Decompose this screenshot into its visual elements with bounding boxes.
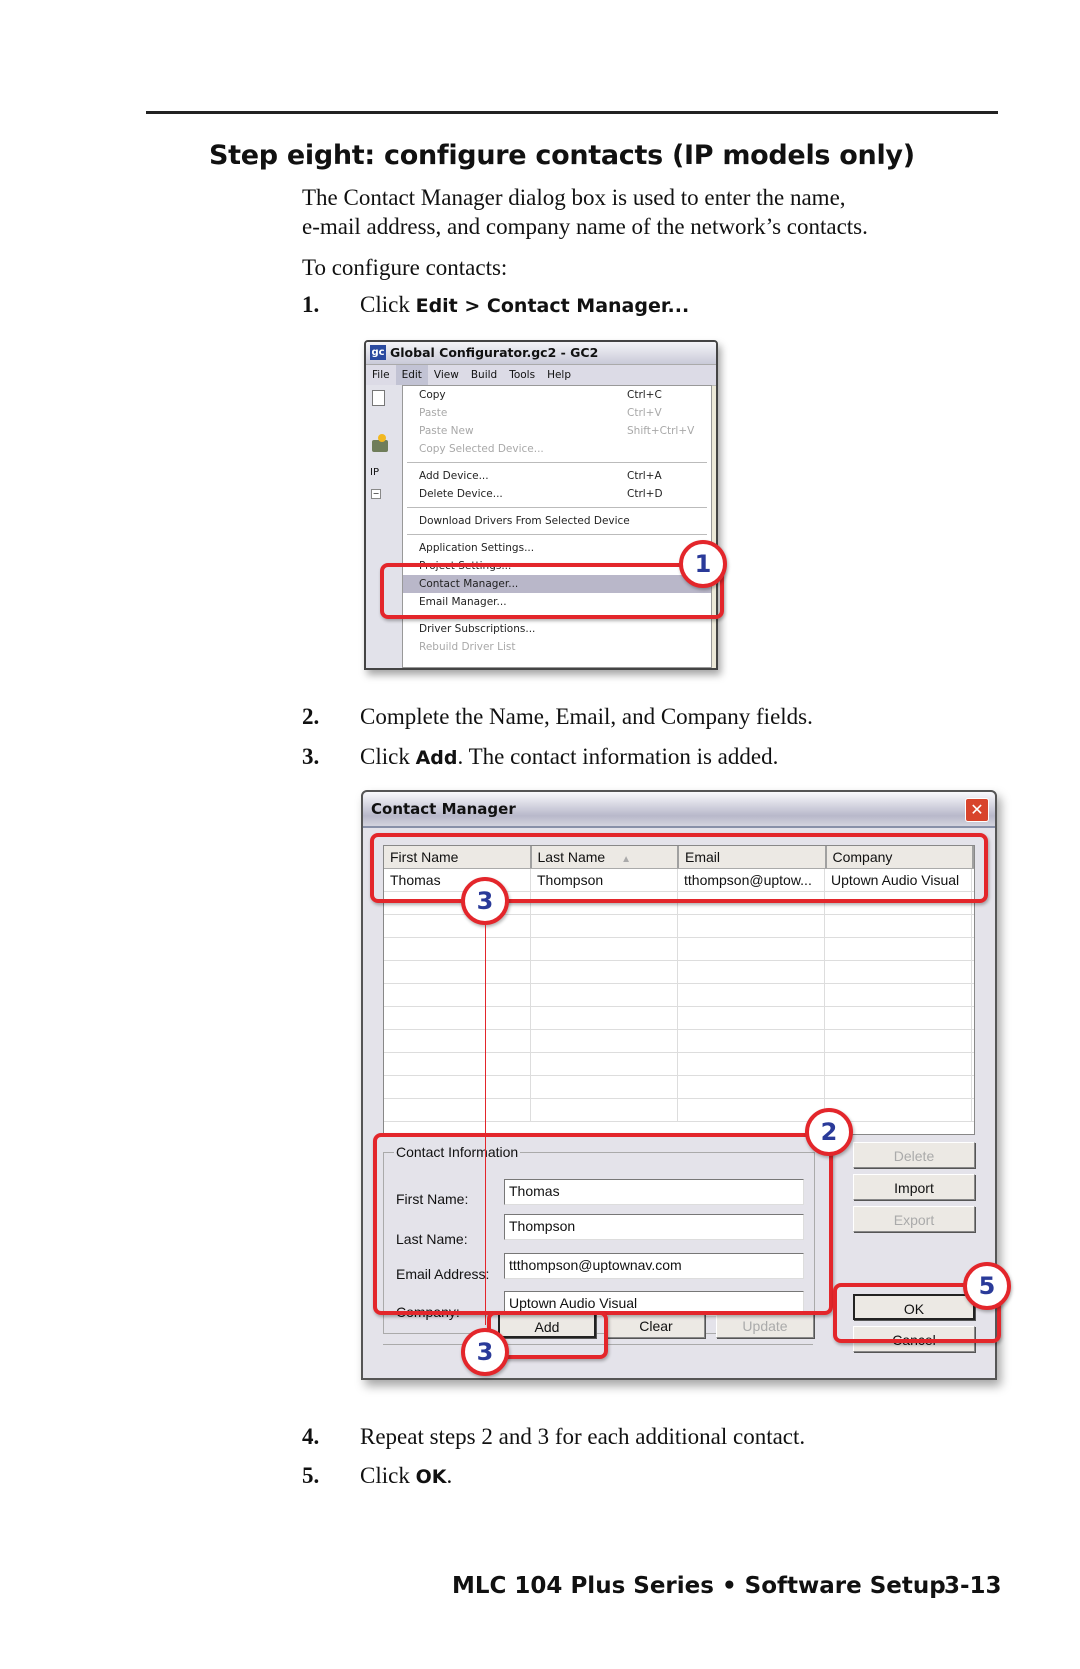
step-command: Add [415, 747, 458, 769]
step-4-number: 4. [302, 1424, 320, 1449]
menu-separator [407, 507, 707, 508]
delete-button: Delete [853, 1142, 975, 1168]
top-rule [146, 111, 998, 114]
callout-badge-2: 2 [805, 1108, 853, 1156]
update-button: Update [716, 1312, 814, 1338]
step-3-number: 3. [302, 744, 320, 769]
step-text: . [446, 1463, 453, 1488]
menu-screenshot: gc Global Configurator.gc2 - GC2 File Edi… [364, 340, 718, 670]
dialog-title: Contact Manager [371, 800, 516, 818]
step-2-number: 2. [302, 704, 320, 729]
callout-badge-1: 1 [679, 540, 727, 588]
menu-item-copy[interactable]: Copy Ctrl+C [403, 386, 711, 404]
section-heading: Step eight: configure contacts (IP model… [209, 140, 915, 171]
ip-tab[interactable]: IP [370, 467, 379, 478]
step-text: Click [360, 292, 416, 317]
page-number: 3-13 [944, 1573, 1002, 1599]
empty-row [384, 1053, 974, 1076]
step-3-text: Click Add. The contact information is ad… [360, 744, 778, 770]
window-title: Global Configurator.gc2 - GC2 [390, 345, 599, 360]
menu-view[interactable]: View [428, 365, 465, 385]
step-2-text: Complete the Name, Email, and Company fi… [360, 704, 813, 729]
footer-title: MLC 104 Plus Series • Software Setup [452, 1573, 946, 1599]
callout-box-fields [373, 1133, 833, 1315]
menu-help[interactable]: Help [541, 365, 577, 385]
menu-file[interactable]: File [366, 365, 396, 385]
menu-tools[interactable]: Tools [503, 365, 541, 385]
empty-row [384, 1030, 974, 1053]
step-5-number: 5. [302, 1463, 320, 1488]
intro-line-1: The Contact Manager dialog box is used t… [302, 185, 846, 210]
empty-row [384, 984, 974, 1007]
empty-row [384, 961, 974, 984]
add-star-icon [378, 434, 386, 442]
step-5-text: Click OK. [360, 1463, 452, 1489]
dialog-titlebar: Contact Manager ✕ [363, 792, 995, 828]
menu-item-paste-new: Paste New Shift+Ctrl+V [419, 425, 695, 437]
edit-dropdown-menu: Copy Ctrl+C Paste Ctrl+V Paste New Shift+Ct… [402, 385, 712, 668]
menubar: File Edit View Build Tools Help [366, 365, 716, 386]
menu-item-download-drivers[interactable]: Download Drivers From Selected Device [403, 512, 711, 530]
step-text: Click [360, 1463, 416, 1488]
step-1-text: Click Edit > Contact Manager... [360, 292, 689, 318]
menu-separator [407, 534, 707, 535]
step-command: OK [415, 1466, 447, 1488]
empty-row [384, 938, 974, 961]
empty-row [384, 1099, 974, 1122]
menu-edit[interactable]: Edit [395, 365, 428, 385]
callout-badge-5: 5 [963, 1262, 1011, 1310]
menu-separator [407, 462, 707, 463]
collapse-icon[interactable]: − [371, 489, 381, 499]
close-icon[interactable]: ✕ [965, 798, 989, 822]
empty-row [384, 1007, 974, 1030]
menu-item-rebuild-driver-list: Rebuild Driver List [419, 641, 516, 653]
intro-line-2: e-mail address, and company name of the … [302, 214, 868, 239]
empty-row [384, 1076, 974, 1099]
menu-build[interactable]: Build [465, 365, 503, 385]
export-button: Export [853, 1206, 975, 1232]
menu-item-delete-device[interactable]: Delete Device... Ctrl+D [403, 485, 711, 503]
app-logo-icon: gc [370, 345, 386, 360]
to-configure-text: To configure contacts: [302, 255, 508, 280]
callout-box-contact-manager [380, 563, 724, 619]
menu-item-copy-selected-device: Copy Selected Device... [419, 443, 544, 455]
window-titlebar: gc Global Configurator.gc2 - GC2 [366, 342, 716, 365]
step-text: . The contact information is added. [457, 744, 779, 769]
toolbar-side: IP − [366, 385, 405, 668]
clear-button[interactable]: Clear [607, 1312, 705, 1338]
step-1-number: 1. [302, 292, 320, 317]
menu-item-application-settings[interactable]: Application Settings... [403, 539, 711, 557]
step-text: Click [360, 744, 416, 769]
step-4-text: Repeat steps 2 and 3 for each additional… [360, 1424, 806, 1449]
new-file-icon[interactable] [372, 390, 385, 406]
callout-badge-3-add: 3 [461, 1328, 509, 1376]
menu-item-paste: Paste Ctrl+V [419, 407, 662, 419]
import-button[interactable]: Import [853, 1174, 975, 1200]
menu-item-driver-subscriptions[interactable]: Driver Subscriptions... [403, 620, 711, 638]
callout-badge-3-table: 3 [461, 877, 509, 925]
menu-item-add-device[interactable]: Add Device... Ctrl+A [403, 467, 711, 485]
step-command: Edit > Contact Manager... [415, 295, 690, 317]
